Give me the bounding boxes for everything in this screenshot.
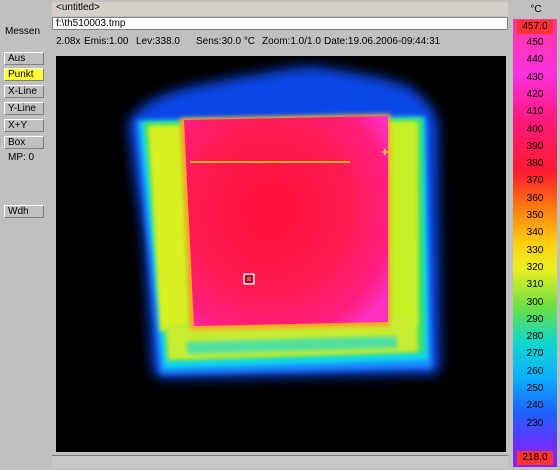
scale-max-label: 457.0 [517,20,553,34]
info-bar: 2.08x Emis:1.00 Lev:338.0 Sens:30.0 °C Z… [52,34,508,48]
measure-point-count: MP: 0 [8,152,35,163]
scale-tick-label: 330 [526,244,544,256]
file-path-field: f:\th510003.tmp [52,17,508,30]
scale-tick-label: 320 [526,261,544,273]
scale-tick-label: 260 [526,365,544,377]
mode-punkt-button[interactable]: Punkt [4,68,44,81]
scale-tick-label: 380 [526,158,544,170]
scale-tick-label: 240 [526,400,544,412]
scale-tick-label: 390 [526,140,544,152]
scale-tick-label: 310 [526,279,544,291]
scale-tick-label: 290 [526,313,544,325]
repeat-button[interactable]: Wdh [4,205,44,218]
panel-title: Messen [5,26,41,37]
scale-tick-label: 340 [526,227,544,239]
zoom-factor: 2.08x [56,36,81,47]
window-title: <untitled> [52,2,508,16]
mode-box-button[interactable]: Box [4,136,44,149]
level: Lev:338.0 [136,36,180,47]
scale-min-label: 218.0 [517,451,553,465]
scale-tick-label: 420 [526,88,544,100]
date-time: Date:19.06.2006-09:44:31 [324,36,441,47]
scale-unit: °C [530,4,542,15]
mode-x-line-button[interactable]: X-Line [4,85,44,98]
thermal-image-render [56,56,506,452]
color-scale-bar: 457.0 450 440 430 420 410 400 390 380 370 360 350 3… [513,19,557,467]
scale-tick-label: 270 [526,348,544,360]
scale-tick-label: 250 [526,383,544,394]
scale-tick-label: 370 [526,175,544,187]
scale-tick-label: 360 [526,192,544,204]
thermal-image[interactable] [56,56,506,452]
measurement-panel: Messen Aus Punkt X-Line Y-Line X+Y Box M… [0,0,50,469]
mode-y-line-button[interactable]: Y-Line [4,102,44,115]
mode-aus-button[interactable]: Aus [4,52,44,65]
scale-tick-label: 440 [526,54,544,66]
scale-tick-label: 430 [526,71,544,83]
zoom: Zoom:1.0/1.0 [262,36,321,47]
scale-tick-label: 410 [526,106,544,118]
scale-tick-label: 230 [526,417,544,429]
emissivity: Emis:1.00 [84,36,129,47]
mode-x-plus-y-button[interactable]: X+Y [4,119,44,132]
scale-tick-label: 350 [526,210,544,221]
sensitivity: Sens:30.0 °C [196,36,256,47]
scale-tick-label: 280 [526,331,544,343]
status-bar [52,455,508,468]
scale-tick-label: 400 [526,123,544,135]
scale-tick-label: 450 [526,37,544,48]
scale-tick-label: 300 [526,296,544,308]
